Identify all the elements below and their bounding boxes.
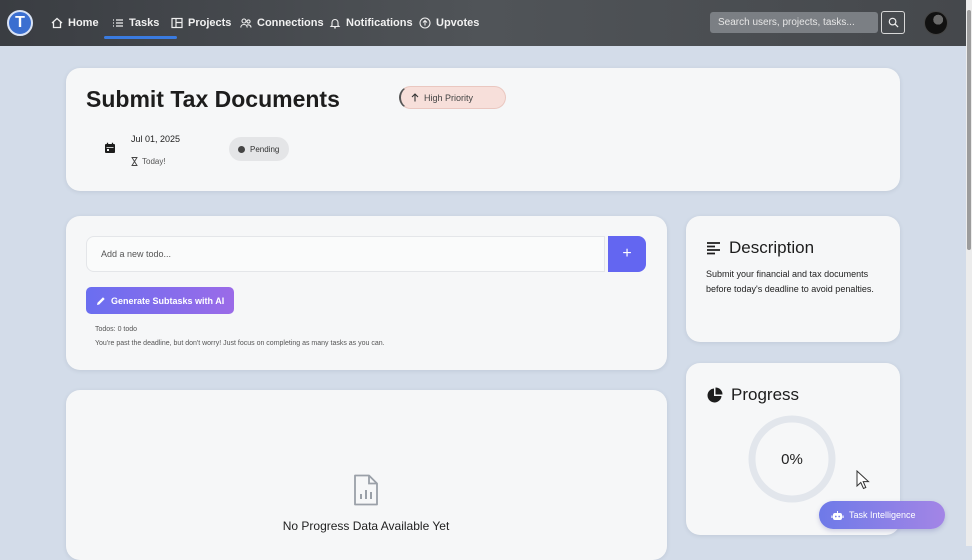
nav-connections-label: Connections [257,17,324,29]
due-status-label: Today! [142,157,166,166]
nav-notifications[interactable]: Notifications [329,0,413,46]
generate-subtasks-button[interactable]: Generate Subtasks with AI [86,287,234,314]
priority-label: High Priority [424,92,474,103]
board-icon [171,17,183,29]
users-icon [240,18,252,28]
empty-state-title: No Progress Data Available Yet [282,519,450,533]
todos-count: Todos: 0 todo [95,326,138,333]
nav-tasks-label: Tasks [129,17,160,29]
top-navbar: T Home Tasks Projects Connections Notifi… [0,0,966,46]
status-dot-icon [238,145,245,153]
nav-projects-label: Projects [188,17,232,29]
page-scrollbar-thumb[interactable] [967,10,971,250]
nav-projects[interactable]: Projects [171,0,231,46]
todo-card: Add a new todo... + Generate Subtasks wi… [66,216,667,370]
search-input[interactable]: Search users, projects, tasks... [710,12,878,33]
nav-home-label: Home [68,17,99,29]
progress-header: Progress [706,385,799,405]
description-card: Description Submit your financial and ta… [686,216,900,342]
task-header-card: Submit Tax Documents High Priority Jul 0… [66,68,900,191]
description-text: Submit your financial and tax documents … [706,269,874,294]
list-icon [113,19,123,27]
priority-badge: High Priority [399,86,506,109]
due-status: Today! [131,157,166,166]
deadline-message: You're past the deadline, but don't worr… [95,340,385,347]
add-todo-button[interactable]: + [608,236,646,272]
mouse-cursor-icon [856,470,870,490]
hourglass-icon [131,157,138,166]
task-intelligence-button[interactable]: Task Intelligence [819,501,945,529]
search-button[interactable] [881,11,905,34]
arrow-up-circle-icon [419,17,431,29]
description-heading: Description [729,238,815,257]
align-left-icon [707,242,720,255]
calendar-icon [105,142,115,153]
todo-input[interactable]: Add a new todo... [86,236,605,272]
arrow-up-icon [411,93,419,102]
home-icon [51,17,63,29]
nav-connections[interactable]: Connections [240,0,324,46]
document-chart-icon [354,474,378,506]
due-date: Jul 01, 2025 [131,134,181,144]
status-badge: Pending [229,137,289,161]
status-label: Pending [250,144,280,154]
description-header: Description [706,238,814,258]
nav-upvotes[interactable]: Upvotes [419,0,479,46]
pencil-icon [97,296,105,305]
nav-upvotes-label: Upvotes [436,17,480,29]
bell-icon [329,19,341,29]
nav-tasks[interactable]: Tasks [103,0,178,46]
progress-data-card: No Progress Data Available Yet [66,390,667,560]
task-title: Submit Tax Documents [86,86,340,112]
task-intelligence-label: Task Intelligence [849,510,916,520]
pie-chart-icon [707,387,723,402]
app-logo[interactable]: T [7,10,33,36]
robot-icon [831,510,844,520]
search-icon [888,17,899,28]
nav-notifications-label: Notifications [346,17,413,29]
nav-home[interactable]: Home [51,0,99,46]
progress-heading: Progress [731,385,800,404]
progress-percent: 0% [781,450,803,468]
user-avatar[interactable] [924,11,948,35]
generate-subtasks-label: Generate Subtasks with AI [111,295,225,306]
